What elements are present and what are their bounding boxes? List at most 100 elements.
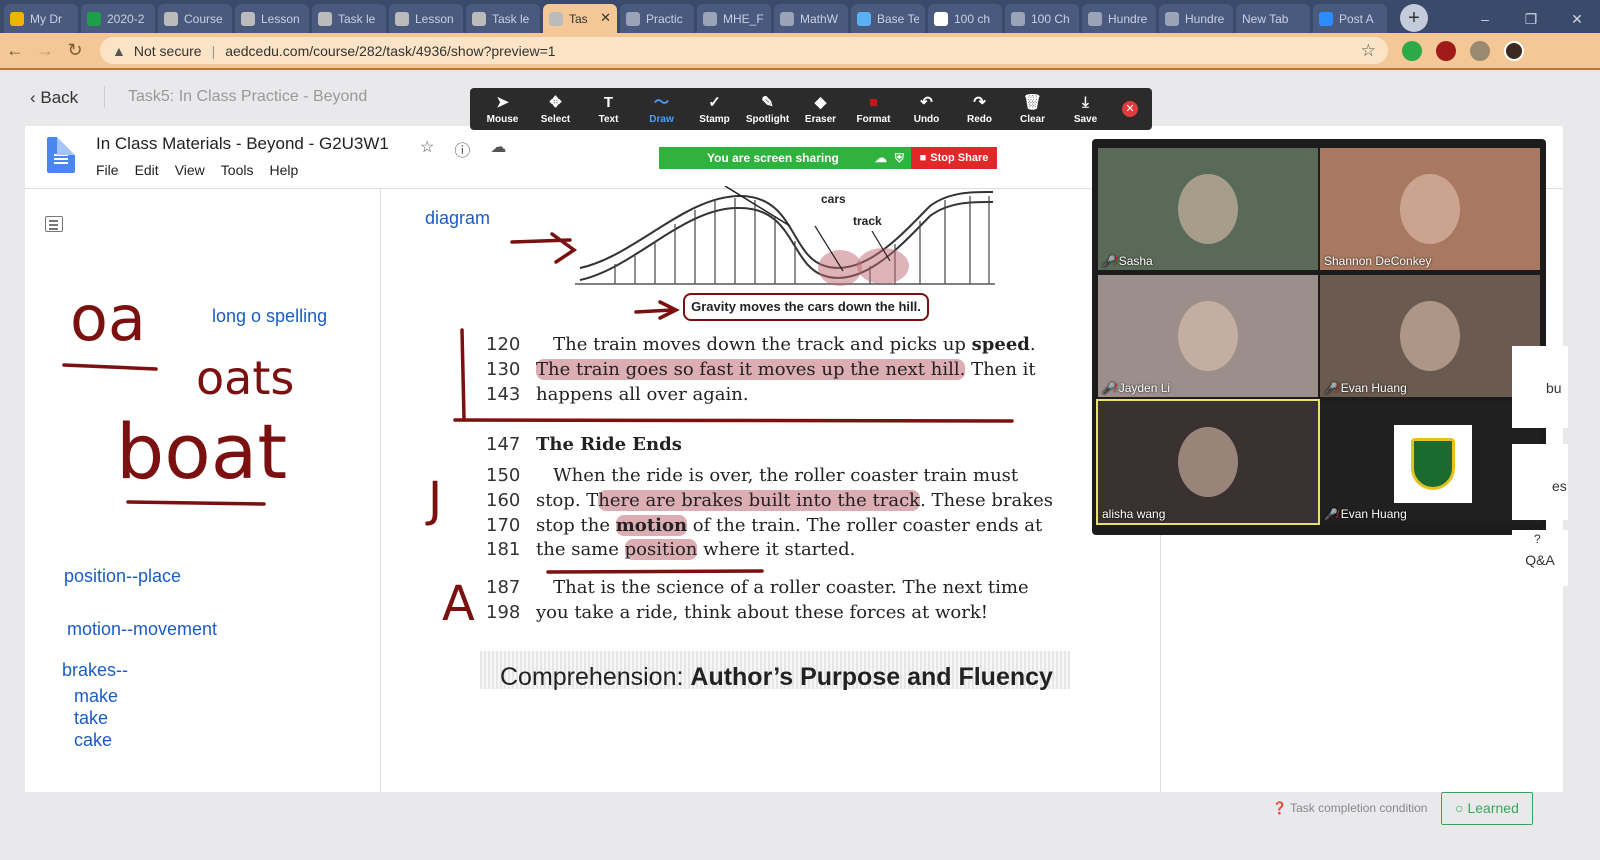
- stop-share-button[interactable]: ■ Stop Share: [911, 147, 997, 169]
- line-number: 187: [486, 577, 521, 598]
- security-label[interactable]: Not secure: [134, 43, 202, 59]
- zoom-tool-draw[interactable]: 〜 Draw: [635, 94, 688, 125]
- outline-icon[interactable]: [45, 216, 63, 232]
- new-tab-button[interactable]: +: [1400, 4, 1428, 32]
- zoom-tool-spotlight[interactable]: ✎ Spotlight: [741, 94, 794, 125]
- zoom-tool-label: Eraser: [804, 113, 837, 125]
- story-line: 150 When the ride is over, the roller co…: [486, 465, 1018, 486]
- participant-name-tag: 🎤̸ Evan Huang: [1324, 381, 1407, 395]
- browser-tab[interactable]: Practic: [620, 4, 694, 33]
- tab-favicon-icon: [626, 11, 640, 26]
- extension-ublock-icon[interactable]: [1436, 40, 1456, 61]
- tab-label: Course: [184, 11, 223, 26]
- extension-chat-icon[interactable]: [1402, 40, 1422, 61]
- line-number: 181: [486, 539, 521, 560]
- tab-label: Lesson: [415, 11, 454, 26]
- participant-video[interactable]: 🎤̸ Jayden Li: [1098, 275, 1318, 397]
- zoom-tool-eraser[interactable]: ◆ Eraser: [794, 94, 847, 125]
- browser-tab[interactable]: Course: [158, 4, 232, 33]
- participant-video[interactable]: 🎤̸ Sasha: [1098, 148, 1318, 270]
- browser-tab[interactable]: Task le: [466, 4, 540, 33]
- url-text[interactable]: aedcedu.com/course/282/task/4936/show?pr…: [225, 43, 555, 59]
- browser-tab[interactable]: 100 ch: [928, 4, 1002, 33]
- zoom-tool-label: Text: [598, 113, 619, 125]
- google-docs-icon: [47, 137, 75, 173]
- cloud-icon[interactable]: ☁: [490, 137, 506, 161]
- participant-name: Jayden Li: [1118, 381, 1171, 395]
- participant-video[interactable]: 🎤̸ Evan Huang: [1320, 401, 1540, 523]
- zoom-annotation-toolbar: ➤ Mouse ✥ Select T Text 〜 Draw ✓ Stamp ✎ Spotlight ◆…: [470, 88, 1152, 130]
- line-text: where it started.: [697, 539, 856, 560]
- browser-tab[interactable]: Lesson: [389, 4, 463, 33]
- participant-video[interactable]: alisha wang: [1096, 399, 1320, 525]
- browser-tab[interactable]: 2020-2: [81, 4, 155, 33]
- back-arrow-icon[interactable]: ←: [0, 40, 30, 61]
- line-number: 170: [486, 515, 521, 536]
- extension-puzzle-icon[interactable]: [1470, 40, 1490, 61]
- menu-item-view[interactable]: View: [175, 162, 205, 178]
- tab-favicon-icon: [87, 11, 101, 26]
- tab-favicon-icon: [1011, 11, 1025, 26]
- screen-share-bar: You are screen sharing ☁ ⛨ ■ Stop Share: [659, 147, 997, 169]
- browser-tab[interactable]: MathW: [774, 4, 848, 33]
- zoom-tool-redo[interactable]: ↷ Redo: [953, 94, 1006, 125]
- tab-favicon-icon: [1088, 11, 1102, 26]
- highlighted-text: The train goes so fast it moves up the n…: [536, 359, 966, 380]
- close-window-icon[interactable]: ✕: [1554, 5, 1600, 33]
- menu-item-tools[interactable]: Tools: [221, 162, 254, 178]
- line-text: of the train. The roller coaster ends at: [687, 515, 1043, 536]
- participant-video[interactable]: 🎤̸ Evan Huang: [1320, 275, 1540, 397]
- browser-tab[interactable]: MHE_F: [697, 4, 771, 33]
- zoom-tool-label: Spotlight: [745, 113, 790, 125]
- participant-video[interactable]: Shannon DeConkey: [1320, 148, 1540, 270]
- zoom-tool-stamp[interactable]: ✓ Stamp: [688, 94, 741, 125]
- draw-icon: 〜: [653, 93, 669, 111]
- highlighted-bold-word: motion: [615, 515, 688, 536]
- browser-tab[interactable]: Hundre: [1159, 4, 1233, 33]
- sharing-indicator: You are screen sharing ☁ ⛨: [659, 147, 911, 169]
- zoom-tool-text[interactable]: T Text: [582, 94, 635, 125]
- browser-tab[interactable]: Hundre: [1082, 4, 1156, 33]
- qa-button[interactable]: ? Q&A: [1512, 530, 1568, 586]
- url-omnibox[interactable]: ▲ Not secure | aedcedu.com/course/282/ta…: [100, 37, 1388, 64]
- close-toolbar-icon[interactable]: ✕: [1122, 101, 1138, 117]
- browser-tab[interactable]: 100 Ch: [1005, 4, 1079, 33]
- browser-tab[interactable]: My Dr: [4, 4, 78, 33]
- menu-item-file[interactable]: File: [96, 162, 119, 178]
- task-completion-condition[interactable]: ❓ Task completion condition: [1272, 801, 1427, 815]
- forward-arrow-icon[interactable]: →: [30, 40, 60, 61]
- restore-window-icon[interactable]: ❐: [1508, 5, 1554, 33]
- star-icon[interactable]: ☆: [420, 137, 434, 161]
- zoom-tool-mouse[interactable]: ➤ Mouse: [476, 94, 529, 125]
- menu-item-edit[interactable]: Edit: [135, 162, 159, 178]
- browser-tab[interactable]: Task le: [312, 4, 386, 33]
- browser-tab[interactable]: Lesson: [235, 4, 309, 33]
- zoom-tool-label: Draw: [649, 113, 674, 125]
- profile-avatar[interactable]: [1504, 40, 1524, 61]
- tab-label: Task le: [338, 11, 376, 26]
- browser-tab[interactable]: Post A: [1313, 4, 1387, 33]
- browser-tab[interactable]: Tas ✕: [543, 4, 617, 33]
- doc-title[interactable]: In Class Materials - Beyond - G2U3W1: [96, 134, 389, 154]
- reload-icon[interactable]: ↻: [60, 40, 90, 61]
- zoom-tool-format[interactable]: ■ Format: [847, 94, 900, 125]
- learned-button[interactable]: ○ Learned: [1441, 792, 1533, 825]
- browser-tab-bar: My Dr 2020-2 Course Lesson Task le Lesson Task…: [0, 0, 1600, 33]
- minimize-window-icon[interactable]: –: [1462, 5, 1508, 33]
- tab-label: Tas: [569, 11, 588, 26]
- browser-tab[interactable]: Base Te: [851, 4, 925, 33]
- back-link[interactable]: ‹ Back: [30, 88, 78, 108]
- browser-tab[interactable]: New Tab: [1236, 4, 1310, 33]
- zoom-tool-save[interactable]: ⤓ Save: [1059, 94, 1112, 125]
- zoom-tool-select[interactable]: ✥ Select: [529, 94, 582, 125]
- note-brakes: brakes--: [62, 660, 129, 680]
- bookmark-star-icon[interactable]: ☆: [1361, 41, 1376, 61]
- participant-name: alisha wang: [1102, 507, 1166, 521]
- close-tab-icon[interactable]: ✕: [600, 10, 611, 26]
- line-number: 143: [486, 384, 521, 405]
- zoom-tool-undo[interactable]: ↶ Undo: [900, 94, 953, 125]
- arrow-icon: ➤: [496, 93, 509, 111]
- menu-item-help[interactable]: Help: [269, 162, 298, 178]
- info-icon[interactable]: ⓘ: [454, 137, 470, 161]
- zoom-tool-clear[interactable]: 🗑 Clear: [1006, 94, 1059, 125]
